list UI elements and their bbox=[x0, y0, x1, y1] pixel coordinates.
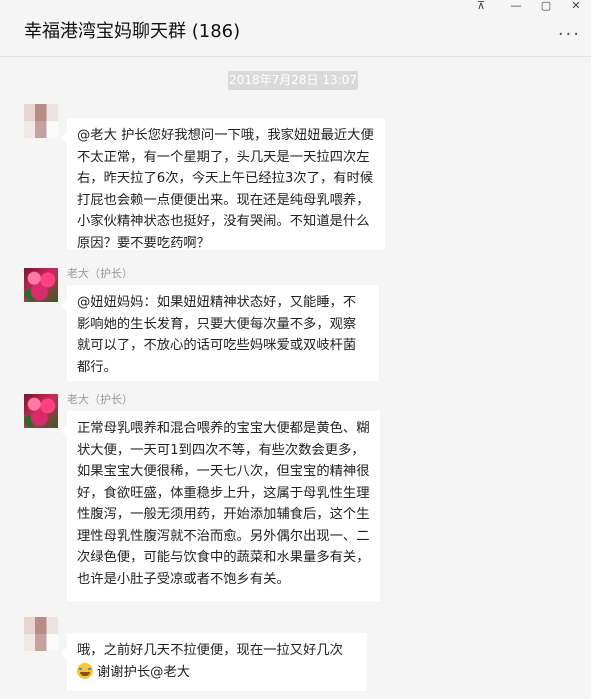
more-options-button[interactable]: ··· bbox=[558, 24, 581, 45]
message-bubble: @妞妞妈妈：如果妞妞精神状态好，又能睡，不影响她的生长发育，只要大便每次量不多，… bbox=[61, 285, 379, 381]
pin-icon[interactable]: ⊼ bbox=[470, 0, 492, 14]
sender-name: 老大（护长） bbox=[67, 267, 133, 280]
sender-name: 老大（护长） bbox=[67, 393, 133, 406]
avatar[interactable] bbox=[24, 617, 58, 651]
maximize-icon[interactable]: ▢ bbox=[535, 0, 557, 14]
message-bubble: 哦，之前好几天不拉便便，现在一拉又好几次 谢谢护长@老大 bbox=[61, 633, 367, 691]
message-text: 谢谢护长@老大 bbox=[97, 664, 191, 680]
laughing-crying-emoji-icon bbox=[77, 662, 93, 679]
avatar[interactable] bbox=[24, 104, 58, 138]
chat-title: 幸福港湾宝妈聊天群 (186) bbox=[24, 21, 241, 42]
title-divider bbox=[0, 56, 591, 57]
avatar[interactable] bbox=[24, 394, 58, 428]
close-icon[interactable]: ✕ bbox=[565, 0, 587, 14]
message-bubble: 正常母乳喂养和混合喂养的宝宝大便都是黄色、糊状大便，一天可1到四次不等，有些次数… bbox=[61, 411, 380, 601]
avatar[interactable] bbox=[24, 268, 58, 302]
title-bar: 幸福港湾宝妈聊天群 (186) ⊼ — ▢ ✕ ··· bbox=[0, 0, 591, 56]
message-bubble: @老大 护长您好我想问一下哦，我家妞妞最近大便不太正常，有一个星期了，头几天是一… bbox=[61, 118, 385, 251]
message-line: 哦，之前好几天不拉便便，现在一拉又好几次 bbox=[77, 643, 343, 658]
minimize-icon[interactable]: — bbox=[505, 0, 527, 14]
message-timestamp: 2018年7月28日 13:07 bbox=[228, 71, 358, 90]
message-line: 谢谢护长@老大 bbox=[77, 662, 357, 684]
